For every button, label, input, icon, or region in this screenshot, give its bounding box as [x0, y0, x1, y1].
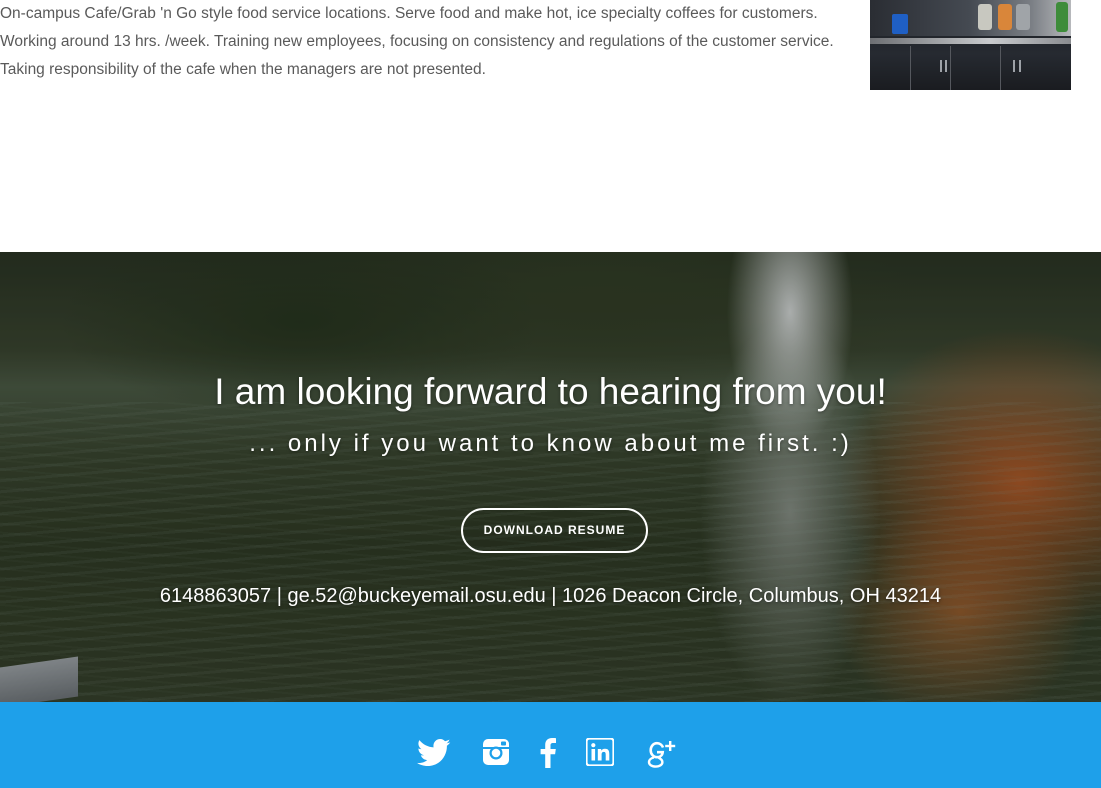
job-section: On-campus Cafe/Grab 'n Go style food ser…: [0, 0, 1101, 252]
download-resume-button[interactable]: DOWNLOAD RESUME: [461, 508, 648, 553]
job-description-line: On-campus Cafe/Grab 'n Go style food ser…: [0, 5, 818, 22]
job-description-line: Working around 13 hrs. /week. Training n…: [0, 33, 834, 50]
contact-heading: I am looking forward to hearing from you…: [214, 371, 887, 412]
facebook-icon[interactable]: [540, 738, 556, 770]
linkedin-icon[interactable]: [586, 738, 614, 770]
instagram-icon[interactable]: [482, 738, 510, 770]
contact-section: I am looking forward to hearing from you…: [0, 252, 1101, 702]
contact-subheading: ... only if you want to know about me fi…: [249, 430, 852, 457]
twitter-icon[interactable]: [417, 738, 451, 770]
cafe-photo: [870, 0, 1071, 90]
footer: [0, 702, 1101, 788]
contact-details: 6148863057 | ge.52@buckeyemail.osu.edu |…: [159, 585, 942, 607]
job-description-line: Taking responsibility of the cafe when t…: [0, 61, 486, 78]
google-plus-icon[interactable]: [646, 738, 678, 770]
job-description: On-campus Cafe/Grab 'n Go style food ser…: [0, 0, 840, 84]
